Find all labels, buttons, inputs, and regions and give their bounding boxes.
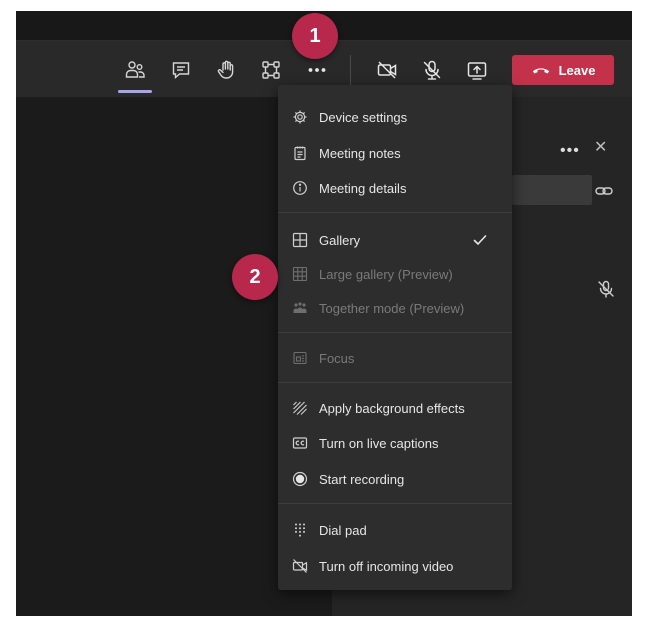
dial-pad-icon [295,523,305,537]
menu-item-focus: Focus [278,343,512,373]
menu-separator [278,382,512,383]
callout-badge-1: 1 [292,13,338,59]
record-icon [292,471,308,487]
toolbar-divider [350,55,351,85]
raise-hand-button[interactable] [212,57,240,83]
share-screen-button[interactable] [463,57,491,83]
panel-close-icon[interactable]: ✕ [594,137,607,157]
breakout-rooms-button[interactable] [257,57,285,83]
hang-up-icon [532,68,549,74]
background-effects-icon [293,401,307,415]
large-gallery-icon [292,266,308,282]
menu-item-meeting-notes[interactable]: Meeting notes [278,138,512,168]
participants-icon [125,61,145,78]
menu-item-device-settings[interactable]: Device settings [278,102,512,132]
gallery-icon [292,232,308,248]
menu-item-dial-pad[interactable]: Dial pad [278,515,512,545]
gear-icon [293,110,307,124]
breakout-rooms-icon [262,61,280,79]
menu-item-turn-off-incoming-video[interactable]: Turn off incoming video [278,551,512,581]
chat-icon [172,62,190,80]
chat-button[interactable] [167,57,195,83]
camera-off-icon [377,61,397,79]
menu-item-live-captions[interactable]: Turn on live captions [278,428,512,458]
share-screen-icon [467,62,487,80]
leave-label: Leave [558,62,596,78]
menu-separator [278,332,512,333]
panel-more-icon[interactable]: ••• [560,142,580,160]
participants-button[interactable] [118,57,152,93]
menu-item-start-recording[interactable]: Start recording [278,464,512,494]
more-actions-button[interactable] [300,57,334,93]
more-actions-menu: Device settings Meeting notes Meeting de… [278,85,512,590]
focus-icon [293,351,307,365]
leave-button[interactable]: Leave [512,55,614,85]
participant-mic-off-icon [598,280,614,298]
menu-item-gallery[interactable]: Gallery [278,225,512,255]
callout-badge-2: 2 [232,254,278,300]
mic-off-icon [423,60,441,80]
info-icon [293,181,307,195]
captions-icon [292,437,308,449]
notes-icon [294,146,306,161]
raise-hand-icon [217,60,234,79]
panel-input-field[interactable] [512,175,592,205]
menu-item-together-mode: Together mode (Preview) [278,293,512,323]
mic-toggle-button[interactable] [418,57,446,83]
camera-toggle-button[interactable] [373,57,401,83]
more-actions-icon [308,68,326,72]
together-mode-icon [293,302,307,313]
video-off-icon [292,559,308,573]
menu-item-large-gallery: Large gallery (Preview) [278,259,512,289]
menu-separator [278,503,512,504]
copy-link-icon[interactable] [594,181,614,201]
menu-item-background-effects[interactable]: Apply background effects [278,393,512,423]
menu-item-meeting-details[interactable]: Meeting details [278,173,512,203]
menu-separator [278,212,512,213]
checkmark-icon [473,235,487,246]
